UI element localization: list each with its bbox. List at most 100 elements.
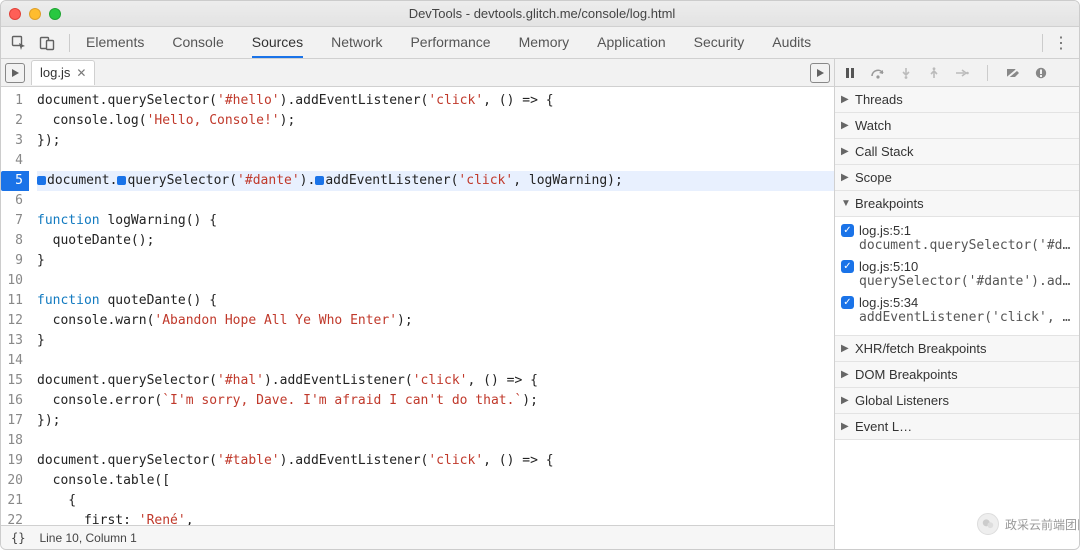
separator xyxy=(69,34,70,52)
tab-application[interactable]: Application xyxy=(597,28,666,58)
zoom-window-button[interactable] xyxy=(49,8,61,20)
code-line[interactable]: first: 'René', xyxy=(37,511,834,525)
code-line[interactable]: } xyxy=(37,251,834,271)
close-window-button[interactable] xyxy=(9,8,21,20)
tab-memory[interactable]: Memory xyxy=(519,28,570,58)
tab-performance[interactable]: Performance xyxy=(410,28,490,58)
breakpoint-item[interactable]: log.js:5:10querySelector('#dante').addEv… xyxy=(835,257,1079,293)
section-label: DOM Breakpoints xyxy=(855,367,958,382)
code-line[interactable]: document.querySelector('#hello').addEven… xyxy=(37,91,834,111)
more-options-icon[interactable]: ⋮ xyxy=(1049,33,1073,53)
pause-on-exceptions-icon[interactable] xyxy=(1032,64,1050,82)
line-number[interactable]: 6 xyxy=(1,191,23,211)
section-event-l-[interactable]: ▶Event L… xyxy=(835,414,1079,440)
code-line[interactable]: quoteDante(); xyxy=(37,231,834,251)
column-breakpoint-marker[interactable] xyxy=(315,176,324,185)
pretty-print-icon[interactable]: {} xyxy=(11,531,25,545)
section-global-listeners[interactable]: ▶Global Listeners xyxy=(835,388,1079,414)
line-number[interactable]: 22 xyxy=(1,511,23,525)
tab-elements[interactable]: Elements xyxy=(86,28,144,58)
line-number[interactable]: 19 xyxy=(1,451,23,471)
line-number[interactable]: 17 xyxy=(1,411,23,431)
section-scope[interactable]: ▶Scope xyxy=(835,165,1079,191)
code-area[interactable]: document.querySelector('#hello').addEven… xyxy=(29,87,834,525)
code-line[interactable]: console.table([ xyxy=(37,471,834,491)
code-line[interactable]: { xyxy=(37,491,834,511)
line-number[interactable]: 18 xyxy=(1,431,23,451)
column-breakpoint-marker[interactable] xyxy=(37,176,46,185)
code-line[interactable]: }); xyxy=(37,411,834,431)
tab-sources[interactable]: Sources xyxy=(252,28,303,58)
run-snippet-icon[interactable] xyxy=(810,63,830,83)
step-out-icon[interactable] xyxy=(925,64,943,82)
code-line[interactable]: document.querySelector('#table').addEven… xyxy=(37,451,834,471)
line-number[interactable]: 14 xyxy=(1,351,23,371)
tab-network[interactable]: Network xyxy=(331,28,382,58)
minimize-window-button[interactable] xyxy=(29,8,41,20)
device-toolbar-icon[interactable] xyxy=(35,31,59,55)
line-number[interactable]: 3 xyxy=(1,131,23,151)
line-number[interactable]: 12 xyxy=(1,311,23,331)
section-threads[interactable]: ▶Threads xyxy=(835,87,1079,113)
window-title: DevTools - devtools.glitch.me/console/lo… xyxy=(61,6,1023,21)
section-call-stack[interactable]: ▶Call Stack xyxy=(835,139,1079,165)
line-number[interactable]: 11 xyxy=(1,291,23,311)
code-line[interactable] xyxy=(37,431,834,451)
cursor-position: Line 10, Column 1 xyxy=(39,531,136,545)
code-line[interactable]: console.error(`I'm sorry, Dave. I'm afra… xyxy=(37,391,834,411)
step-into-icon[interactable] xyxy=(897,64,915,82)
pause-icon[interactable] xyxy=(841,64,859,82)
breakpoint-item[interactable]: log.js:5:1document.querySelector('#dante… xyxy=(835,221,1079,257)
code-editor[interactable]: 123456789101112131415161718192021222324 … xyxy=(1,87,834,525)
inspect-element-icon[interactable] xyxy=(7,31,31,55)
code-line[interactable]: console.warn('Abandon Hope All Ye Who En… xyxy=(37,311,834,331)
line-number[interactable]: 21 xyxy=(1,491,23,511)
traffic-lights xyxy=(9,8,61,20)
step-over-icon[interactable] xyxy=(869,64,887,82)
line-number[interactable]: 1 xyxy=(1,91,23,111)
section-xhr-fetch-breakpoints[interactable]: ▶XHR/fetch Breakpoints xyxy=(835,336,1079,362)
tab-console[interactable]: Console xyxy=(172,28,223,58)
breakpoint-item[interactable]: log.js:5:34addEventListener('click', log… xyxy=(835,293,1079,329)
navigator-toggle-icon[interactable] xyxy=(5,63,25,83)
line-number[interactable]: 5 xyxy=(1,171,29,191)
column-breakpoint-marker[interactable] xyxy=(117,176,126,185)
tab-audits[interactable]: Audits xyxy=(772,28,811,58)
breakpoint-checkbox[interactable] xyxy=(841,224,854,237)
line-number[interactable]: 2 xyxy=(1,111,23,131)
section-dom-breakpoints[interactable]: ▶DOM Breakpoints xyxy=(835,362,1079,388)
code-line[interactable]: } xyxy=(37,331,834,351)
close-icon[interactable]: ✕ xyxy=(76,66,86,80)
breakpoint-checkbox[interactable] xyxy=(841,260,854,273)
file-tab-log-js[interactable]: log.js ✕ xyxy=(31,60,95,85)
line-number[interactable]: 15 xyxy=(1,371,23,391)
line-number[interactable]: 4 xyxy=(1,151,23,171)
line-number-gutter[interactable]: 123456789101112131415161718192021222324 xyxy=(1,87,29,525)
deactivate-breakpoints-icon[interactable] xyxy=(1004,64,1022,82)
code-line[interactable]: document.querySelector('#dante').addEven… xyxy=(37,171,834,191)
code-line[interactable] xyxy=(37,151,834,171)
line-number[interactable]: 10 xyxy=(1,271,23,291)
section-watch[interactable]: ▶Watch xyxy=(835,113,1079,139)
code-line[interactable]: document.querySelector('#hal').addEventL… xyxy=(37,371,834,391)
code-line[interactable] xyxy=(37,191,834,211)
line-number[interactable]: 20 xyxy=(1,471,23,491)
code-line[interactable]: console.log('Hello, Console!'); xyxy=(37,111,834,131)
tab-security[interactable]: Security xyxy=(694,28,745,58)
line-number[interactable]: 16 xyxy=(1,391,23,411)
code-line[interactable] xyxy=(37,271,834,291)
section-breakpoints[interactable]: ▼Breakpoints xyxy=(835,191,1079,217)
line-number[interactable]: 7 xyxy=(1,211,23,231)
code-line[interactable]: }); xyxy=(37,131,834,151)
separator xyxy=(1042,34,1043,52)
code-line[interactable] xyxy=(37,351,834,371)
line-number[interactable]: 9 xyxy=(1,251,23,271)
file-tab-bar: log.js ✕ xyxy=(1,59,834,87)
line-number[interactable]: 8 xyxy=(1,231,23,251)
breakpoint-checkbox[interactable] xyxy=(841,296,854,309)
code-line[interactable]: function quoteDante() { xyxy=(37,291,834,311)
code-line[interactable]: function logWarning() { xyxy=(37,211,834,231)
section-label: XHR/fetch Breakpoints xyxy=(855,341,987,356)
line-number[interactable]: 13 xyxy=(1,331,23,351)
step-icon[interactable] xyxy=(953,64,971,82)
